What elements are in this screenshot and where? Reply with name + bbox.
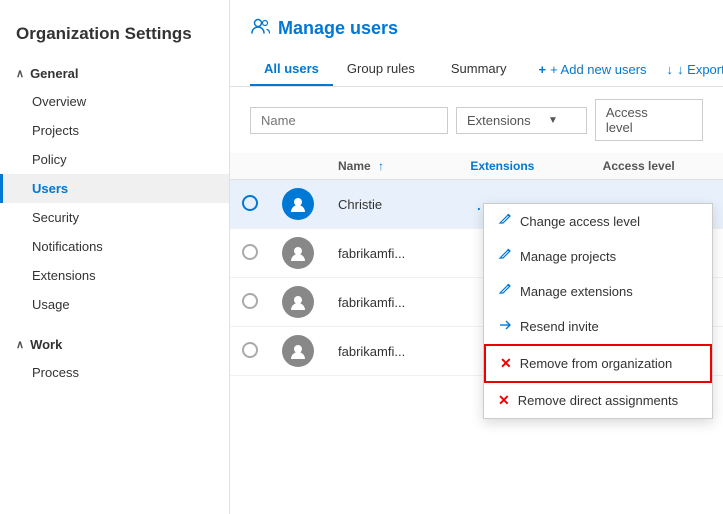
row-radio-cell-3 xyxy=(230,278,270,327)
row-radio-cell-2 xyxy=(230,229,270,278)
download-icon: ↓ xyxy=(667,62,674,77)
row-radio-cell-4 xyxy=(230,327,270,376)
avatar-fabrikam-2 xyxy=(282,237,314,269)
pencil-icon-3 xyxy=(498,283,512,300)
sidebar-section-general-label: General xyxy=(30,66,78,81)
x-icon-1: ✕ xyxy=(500,355,512,372)
dropdown-change-access-label: Change access level xyxy=(520,214,640,229)
col-header-extensions[interactable]: Extensions xyxy=(458,153,590,180)
col-header-name[interactable]: Name ↑ xyxy=(326,153,458,180)
pencil-icon-2 xyxy=(498,248,512,265)
filters-row: Extensions ▼ Access level xyxy=(230,87,723,153)
dropdown-resend-invite[interactable]: Resend invite xyxy=(484,309,712,344)
dropdown-remove-direct-label: Remove direct assignments xyxy=(518,393,678,408)
row-avatar-cell-2 xyxy=(270,229,326,278)
chevron-work-icon: ∧ xyxy=(16,338,24,351)
tab-all-users[interactable]: All users xyxy=(250,53,333,86)
users-table-container: Name ↑ Extensions Access level xyxy=(230,153,723,514)
row-radio-4[interactable] xyxy=(242,342,258,358)
x-icon-2: ✕ xyxy=(498,392,510,409)
sidebar-section-general[interactable]: ∧ General xyxy=(0,60,229,87)
pencil-icon-1 xyxy=(498,213,512,230)
sidebar-item-security[interactable]: Security xyxy=(0,203,229,232)
sidebar-item-usage[interactable]: Usage xyxy=(0,290,229,319)
tab-summary[interactable]: Summary xyxy=(437,53,521,86)
manage-users-icon xyxy=(250,16,270,41)
sort-name-icon: ↑ xyxy=(378,159,384,173)
row-name-3: fabrikamfi... xyxy=(326,278,458,327)
row-radio-3[interactable] xyxy=(242,293,258,309)
access-filter-label: Access level xyxy=(606,105,674,135)
sidebar-item-users[interactable]: Users xyxy=(0,174,229,203)
row-name-2: fabrikamfi... xyxy=(326,229,458,278)
extensions-dropdown-arrow-icon: ▼ xyxy=(548,115,558,126)
row-name-christie: Christie xyxy=(326,180,458,229)
dropdown-resend-invite-label: Resend invite xyxy=(520,319,599,334)
plus-icon: + xyxy=(538,62,546,77)
main-header: Manage users All users Group rules Summa… xyxy=(230,0,723,87)
dropdown-manage-extensions-label: Manage extensions xyxy=(520,284,633,299)
sidebar-item-notifications[interactable]: Notifications xyxy=(0,232,229,261)
page-title: Manage users xyxy=(278,18,398,39)
dropdown-remove-from-org-label: Remove from organization xyxy=(520,356,672,371)
avatar-christie xyxy=(282,188,314,220)
row-radio-cell xyxy=(230,180,270,229)
row-radio-christie[interactable] xyxy=(242,195,258,211)
dropdown-remove-direct[interactable]: ✕ Remove direct assignments xyxy=(484,383,712,418)
sidebar-section-work-label: Work xyxy=(30,337,62,352)
main-content: Manage users All users Group rules Summa… xyxy=(230,0,723,514)
sidebar-item-extensions[interactable]: Extensions xyxy=(0,261,229,290)
sidebar-title: Organization Settings xyxy=(0,16,229,60)
sidebar-item-projects[interactable]: Projects xyxy=(0,116,229,145)
dropdown-remove-from-org[interactable]: ✕ Remove from organization xyxy=(484,344,712,383)
chevron-general-icon: ∧ xyxy=(16,67,24,80)
export-button[interactable]: ↓ ↓ Export xyxy=(657,54,723,85)
avatar-fabrikam-4 xyxy=(282,335,314,367)
sidebar-item-process[interactable]: Process xyxy=(0,358,229,387)
dropdown-manage-projects[interactable]: Manage projects xyxy=(484,239,712,274)
row-avatar-cell-4 xyxy=(270,327,326,376)
row-avatar-cell xyxy=(270,180,326,229)
sidebar-item-overview[interactable]: Overview xyxy=(0,87,229,116)
sidebar-item-policy[interactable]: Policy xyxy=(0,145,229,174)
page-title-row: Manage users xyxy=(250,16,703,41)
dropdown-change-access[interactable]: Change access level xyxy=(484,204,712,239)
dropdown-manage-projects-label: Manage projects xyxy=(520,249,616,264)
row-name-4: fabrikamfi... xyxy=(326,327,458,376)
row-avatar-cell-3 xyxy=(270,278,326,327)
dropdown-manage-extensions[interactable]: Manage extensions xyxy=(484,274,712,309)
sidebar: Organization Settings ∧ General Overview… xyxy=(0,0,230,514)
tabs-row: All users Group rules Summary + + Add ne… xyxy=(250,53,703,86)
extensions-filter-dropdown[interactable]: Extensions ▼ xyxy=(456,107,587,134)
add-new-users-button[interactable]: + + Add new users xyxy=(528,54,656,85)
sidebar-section-work[interactable]: ∧ Work xyxy=(0,331,229,358)
arrow-icon xyxy=(498,318,512,335)
context-menu: Change access level Manage projects Mana… xyxy=(483,203,713,419)
row-radio-2[interactable] xyxy=(242,244,258,260)
col-header-check xyxy=(230,153,270,180)
col-header-access: Access level xyxy=(591,153,723,180)
col-header-avatar xyxy=(270,153,326,180)
name-filter-input[interactable] xyxy=(250,107,448,134)
tab-group-rules[interactable]: Group rules xyxy=(333,53,429,86)
avatar-fabrikam-3 xyxy=(282,286,314,318)
extensions-filter-label: Extensions xyxy=(467,113,531,128)
access-filter-dropdown[interactable]: Access level xyxy=(595,99,703,141)
